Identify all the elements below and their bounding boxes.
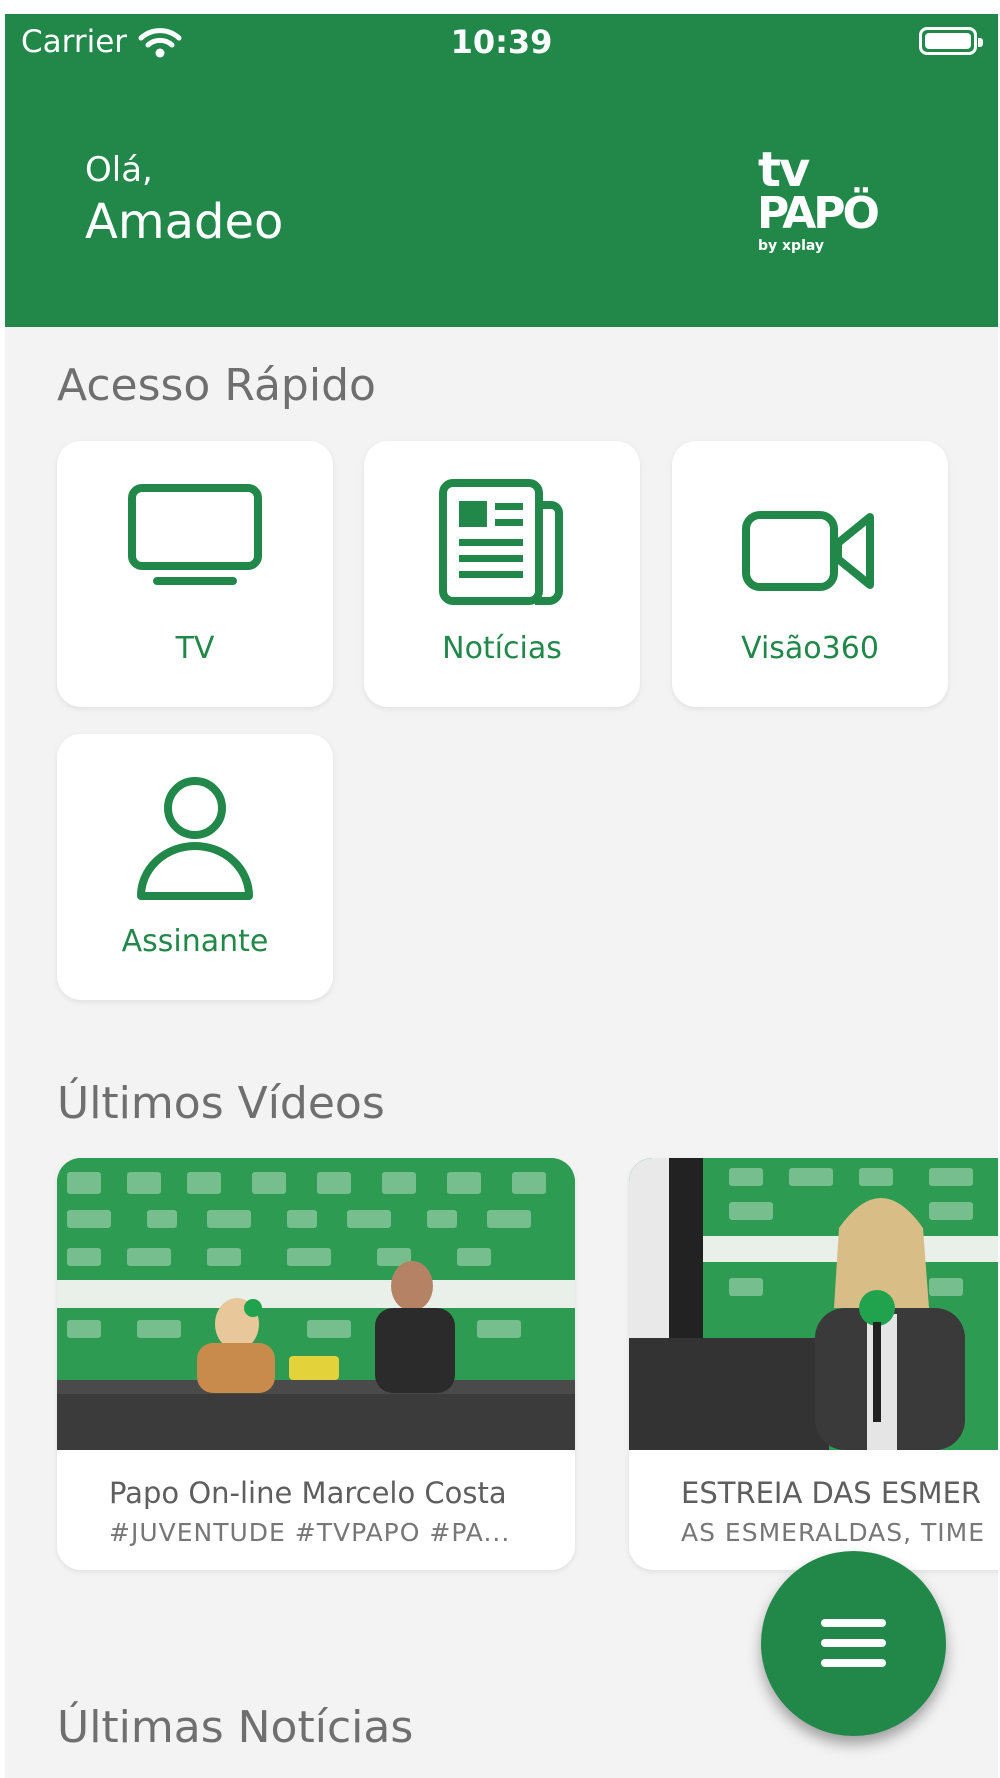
video-subtitle: #JUVENTUDE #TVPAPO #PA... [109,1518,511,1547]
quick-access-assinante[interactable]: Assinante [57,734,333,1000]
video-title: Papo On-line Marcelo Costa [109,1476,507,1510]
app-screen: Carrier 10:39 Olá, Amadeo tv PAPÖ by xpl… [5,14,998,1778]
tvpapo-logo: tv PAPÖ by xplay [753,142,888,260]
tile-label-assinante: Assinante [121,924,269,959]
user-icon [137,777,253,900]
video-title: ESTREIA DAS ESMER [681,1476,982,1510]
latest-videos-title: Últimos Vídeos [57,1078,385,1129]
status-bar: Carrier 10:39 [5,14,998,72]
video-thumbnail [57,1158,575,1450]
app-header: Carrier 10:39 Olá, Amadeo tv PAPÖ by xpl… [5,14,998,327]
battery-icon [919,27,983,55]
video-camera-icon [742,511,874,591]
video-card[interactable]: ESTREIA DAS ESMER AS ESMERALDAS, TIME [629,1158,998,1570]
menu-fab-button[interactable] [761,1551,946,1736]
tile-label-visao360: Visão360 [741,631,879,666]
tv-icon [128,484,262,585]
logo-line2: PAPÖ [757,188,880,239]
quick-access-tv[interactable]: TV [57,441,333,707]
logo-byline: by xplay [758,238,825,254]
quick-access-news[interactable]: Notícias [364,441,640,707]
greeting-text: Olá, [85,150,153,190]
quick-access-title: Acesso Rápido [57,360,376,411]
newspaper-icon [439,479,563,605]
video-card[interactable]: Papo On-line Marcelo Costa #JUVENTUDE #T… [57,1158,575,1570]
tile-label-tv: TV [175,631,215,666]
user-name: Amadeo [85,194,284,250]
quick-access-visao360[interactable]: Visão360 [672,441,948,707]
video-thumbnail [629,1158,998,1450]
clock: 10:39 [450,23,553,61]
latest-news-title: Últimas Notícias [57,1702,414,1753]
tile-label-news: Notícias [442,631,562,666]
video-subtitle: AS ESMERALDAS, TIME [681,1518,986,1547]
